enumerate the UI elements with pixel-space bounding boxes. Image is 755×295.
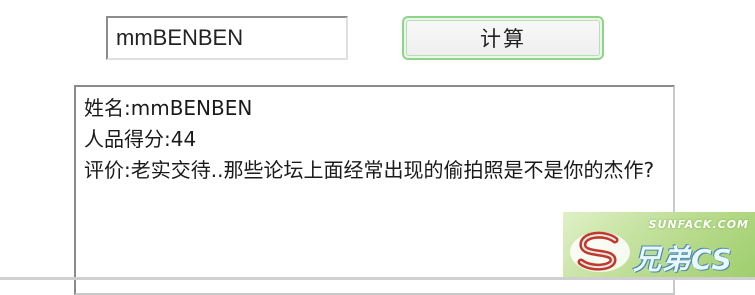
- result-name-line: 姓名:mmBENBEN: [84, 96, 253, 120]
- s-logo-icon: [570, 231, 630, 272]
- site-watermark: SUNFACK.COM 兄弟CS: [563, 212, 755, 280]
- calculate-button-label: 计算: [406, 20, 600, 56]
- result-score-line: 人品得分:44: [84, 127, 197, 151]
- calculate-button[interactable]: 计算: [402, 16, 604, 60]
- name-input[interactable]: mmBENBEN: [106, 16, 348, 60]
- watermark-brand-text: 兄弟CS: [633, 243, 733, 276]
- result-comment-line: 评价:老实交待..那些论坛上面经常出现的偷拍照是不是你的杰作?: [84, 158, 655, 182]
- watermark-site-text: SUNFACK.COM: [648, 218, 749, 231]
